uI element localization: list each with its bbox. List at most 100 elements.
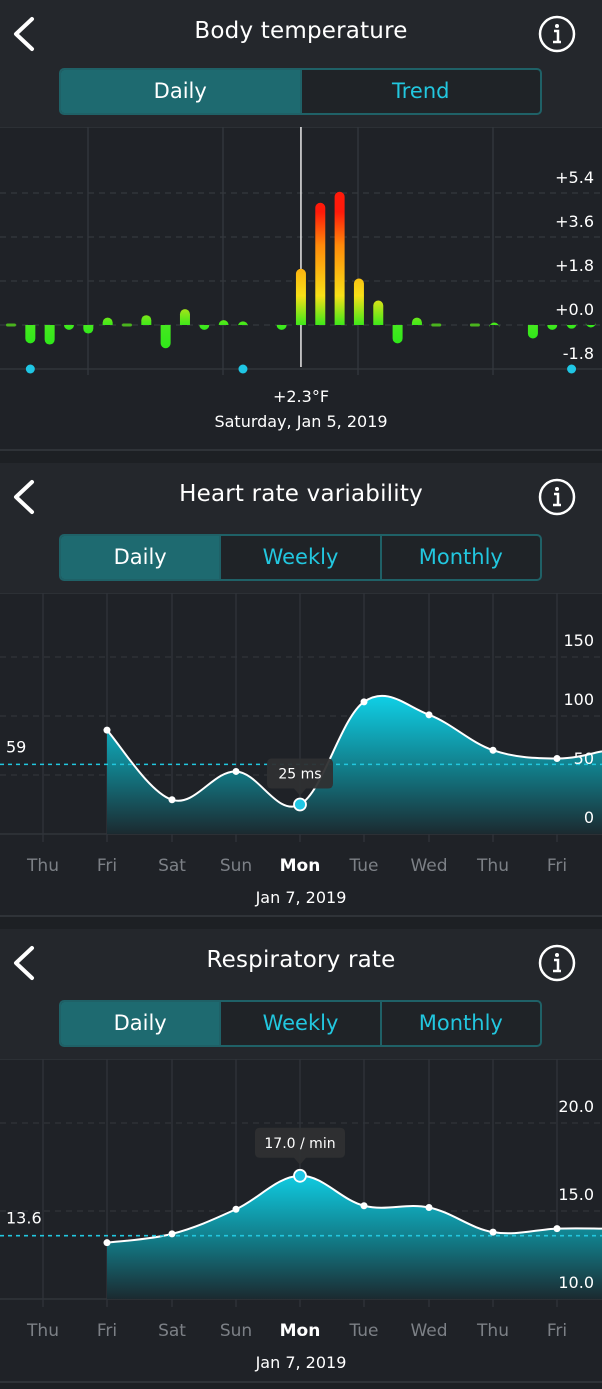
x-tick-label: Fri [97,1321,117,1341]
data-point [232,767,240,775]
temperature-bar [63,324,74,330]
x-tick-label: Thu [26,856,59,876]
hrv-header: Heart rate variability Daily Weekly Mont… [0,463,602,593]
temperature-bar [102,317,113,325]
temperature-bar [295,268,306,325]
tab-daily[interactable]: Daily [61,536,220,579]
temperature-bar [141,315,152,325]
x-tick-label: Fri [547,856,567,876]
temperature-bar [353,278,364,325]
x-tick-label: Fri [97,856,117,876]
data-point [168,796,176,804]
respiratory-selected-date: Jan 7, 2019 [255,1353,347,1372]
period-segmented-control: Daily Trend [59,68,542,115]
hrv-selected-date: Jan 7, 2019 [255,888,347,907]
x-tick-label: Fri [547,1321,567,1341]
selected-data-point [293,1168,307,1183]
selected-temperature-date: Saturday, Jan 5, 2019 [214,412,388,431]
y-tick-label: 10.0 [558,1273,594,1292]
y-tick-label: +1.8 [555,256,594,275]
y-tick-label: 0 [584,808,594,827]
respiratory-chart[interactable]: 13.6 20.0 15.0 10.0 17.0 / min Thu Fri Sat Sun Mo… [0,1059,602,1349]
respiratory-header: Respiratory rate Daily Weekly Monthly [0,929,602,1059]
temperature-bar [547,324,558,330]
hrv-chart[interactable]: 59 150 100 50 0 25 ms Thu Fri Sat Sun Mon Tue Wed Thu… [0,593,602,883]
section-title: Respiratory rate [206,947,396,973]
tab-daily[interactable]: Daily [61,70,300,113]
x-tick-label: Thu [476,856,509,876]
section-divider [0,449,602,451]
area-fill [107,1175,602,1299]
temperature-bar [411,317,422,325]
event-marker-dot [567,364,577,374]
temperature-bar [527,325,538,339]
x-tick-label: Tue [348,1321,378,1341]
tooltip-text: 25 ms [278,767,321,783]
x-tick-label: Tue [348,856,378,876]
average-label: 13.6 [6,1209,42,1228]
x-tick-label: Mon [280,856,321,876]
temperature-bar [199,324,210,330]
info-circle-icon[interactable] [537,477,577,517]
tab-monthly[interactable]: Monthly [379,536,540,579]
x-tick-label: Thu [476,1321,509,1341]
data-point [360,698,368,706]
temperature-bar [25,325,36,344]
y-tick-label: 100 [563,690,594,709]
x-tick-label: Sun [220,1321,252,1341]
temperature-bar [6,323,16,327]
temperature-bar [469,323,480,327]
tab-daily[interactable]: Daily [61,1002,220,1045]
temperature-bar [431,323,442,327]
tab-weekly[interactable]: Weekly [219,536,379,579]
body-temperature-chart-area[interactable]: +5.4 +3.6 +1.8 +0.0 -1.8 +2.3°F Saturday, Ja… [0,127,602,449]
temperature-bar [83,325,94,334]
x-tick-label: Thu [26,1321,59,1341]
temperature-bar [373,300,384,325]
temperature-bar [44,325,55,345]
section-divider [0,915,602,917]
event-marker-dot [238,364,248,374]
data-point [425,1203,433,1211]
y-tick-label: 20.0 [558,1097,594,1116]
data-point [489,746,497,754]
temperature-bar [315,202,326,325]
section-divider [0,1381,602,1383]
y-tick-label: +3.6 [555,212,594,231]
data-point [360,1202,368,1210]
x-tick-label: Wed [410,856,447,876]
y-tick-label: -1.8 [563,344,594,363]
respiratory-chart-area[interactable]: 13.6 20.0 15.0 10.0 17.0 / min Thu Fri Sat Sun Mo… [0,1059,602,1381]
x-tick-label: Sat [158,1321,186,1341]
section-title: Heart rate variability [179,481,423,507]
body-temperature-header: Body temperature Daily Trend [0,0,602,127]
temperature-bar [276,324,287,330]
data-point [553,754,561,762]
tab-weekly[interactable]: Weekly [219,1002,379,1045]
x-tick-label: Sat [158,856,186,876]
temperature-bar [179,309,190,325]
tooltip-text: 17.0 / min [264,1136,335,1152]
data-point [489,1228,497,1236]
hrv-chart-area[interactable]: 59 150 100 50 0 25 ms Thu Fri Sat Sun Mon Tue Wed Thu… [0,593,602,915]
info-circle-icon[interactable] [537,14,577,54]
temperature-bar [160,325,171,349]
tab-monthly[interactable]: Monthly [379,1002,540,1045]
x-tick-label: Wed [410,1321,447,1341]
tab-trend[interactable]: Trend [299,70,541,113]
data-point [553,1225,561,1233]
event-marker-dot [25,364,35,374]
page-title: Body temperature [194,18,408,44]
temperature-bar [392,325,403,344]
temperature-bar [334,191,345,325]
data-point [168,1230,176,1238]
x-tick-label: Sun [220,856,252,876]
info-circle-icon[interactable] [537,943,577,983]
period-segmented-control: Daily Weekly Monthly [59,534,542,581]
period-segmented-control: Daily Weekly Monthly [59,1000,542,1047]
y-tick-label: +0.0 [555,300,594,319]
data-point [232,1205,240,1213]
temperature-bar [121,323,132,327]
selected-temperature-value: +2.3°F [272,387,330,406]
y-tick-label: +5.4 [555,168,594,187]
